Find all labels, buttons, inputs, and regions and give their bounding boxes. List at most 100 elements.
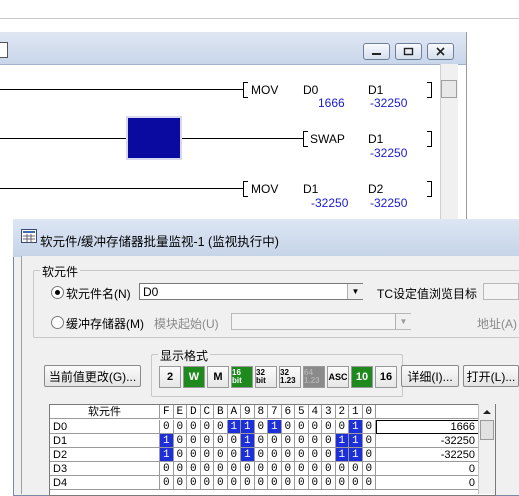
device-name-combo[interactable]: D0 ▼ xyxy=(139,283,363,300)
bit-cell[interactable]: 0 xyxy=(254,420,268,434)
bit-cell[interactable]: 0 xyxy=(322,420,336,434)
bit-cell[interactable]: 0 xyxy=(268,476,282,490)
bit-cell[interactable]: 0 xyxy=(173,448,187,462)
bit-cell[interactable]: 1 xyxy=(241,420,255,434)
restore-button[interactable] xyxy=(395,43,422,60)
format-16bit-button[interactable]: 16 bit xyxy=(231,366,253,388)
bit-cell[interactable]: 0 xyxy=(173,434,187,448)
table-row-value[interactable]: 0 xyxy=(376,462,480,476)
bit-cell[interactable]: 0 xyxy=(187,476,201,490)
grid-vertical-scrollbar[interactable] xyxy=(478,404,495,494)
bit-cell[interactable]: 1 xyxy=(160,434,174,448)
rung-1-operand-2[interactable]: D1 xyxy=(368,83,383,97)
bit-cell[interactable]: 0 xyxy=(308,462,322,476)
table-row-device[interactable]: D1 xyxy=(50,434,160,448)
bit-cell[interactable]: 0 xyxy=(187,448,201,462)
bit-cell[interactable]: 0 xyxy=(281,462,295,476)
bit-cell[interactable]: 0 xyxy=(241,476,255,490)
bit-cell[interactable]: 0 xyxy=(200,448,214,462)
format-ascii-button[interactable]: ASC xyxy=(327,366,349,388)
bit-cell[interactable]: 0 xyxy=(268,462,282,476)
bit-cell[interactable]: 0 xyxy=(254,448,268,462)
rung-3-instruction[interactable]: MOV xyxy=(251,182,278,196)
bit-cell[interactable]: 0 xyxy=(362,420,376,434)
bit-cell[interactable]: 0 xyxy=(214,434,228,448)
bit-cell[interactable]: 0 xyxy=(160,420,174,434)
format-32bit-button[interactable]: 32 bit xyxy=(255,366,277,388)
bit-cell[interactable]: 0 xyxy=(295,476,309,490)
close-button[interactable] xyxy=(427,43,454,60)
bit-cell[interactable]: 0 xyxy=(362,434,376,448)
table-row-value[interactable]: 0 xyxy=(376,476,480,490)
format-binary-button[interactable]: 2 xyxy=(159,366,181,388)
table-row-value[interactable]: -32250 xyxy=(376,448,480,462)
bit-cell[interactable]: 0 xyxy=(281,434,295,448)
bit-cell[interactable]: 0 xyxy=(200,462,214,476)
bit-cell[interactable]: 1 xyxy=(335,434,349,448)
bit-cell[interactable]: 0 xyxy=(362,448,376,462)
buffer-memory-radio[interactable] xyxy=(51,316,64,329)
device-name-radio[interactable] xyxy=(51,286,64,299)
bit-cell[interactable]: 0 xyxy=(241,462,255,476)
format-word-button[interactable]: W xyxy=(183,366,205,388)
bit-cell[interactable]: 0 xyxy=(187,434,201,448)
bit-cell[interactable]: 0 xyxy=(227,448,241,462)
bit-cell[interactable]: 0 xyxy=(308,448,322,462)
bit-cell[interactable]: 1 xyxy=(160,448,174,462)
bit-cell[interactable]: 0 xyxy=(173,420,187,434)
bit-cell[interactable]: 0 xyxy=(227,434,241,448)
bit-cell[interactable]: 1 xyxy=(241,448,255,462)
bit-cell[interactable]: 0 xyxy=(295,462,309,476)
bit-cell[interactable]: 0 xyxy=(214,476,228,490)
bit-cell[interactable]: 0 xyxy=(335,462,349,476)
grid-scroll-thumb[interactable] xyxy=(480,420,494,440)
bit-cell[interactable]: 1 xyxy=(335,448,349,462)
bit-cell[interactable]: 0 xyxy=(200,476,214,490)
table-row-device[interactable]: D0 xyxy=(50,420,160,434)
bit-cell[interactable]: 0 xyxy=(214,420,228,434)
bit-cell[interactable]: 0 xyxy=(295,448,309,462)
bit-cell[interactable]: 0 xyxy=(173,476,187,490)
format-multi-button[interactable]: M xyxy=(207,366,229,388)
bit-cell[interactable]: 0 xyxy=(227,462,241,476)
monitor-grid[interactable]: 软元件 F E D C B A 9 8 7 6 5 4 3 2 1 0 D0 0 0 0 0 0 1 1 0 1 0 0 0 0 0 1 0 166… xyxy=(49,404,496,496)
bit-cell[interactable]: 0 xyxy=(362,476,376,490)
bit-cell[interactable]: 0 xyxy=(308,476,322,490)
table-row-device[interactable]: D2 xyxy=(50,448,160,462)
bit-cell[interactable]: 0 xyxy=(322,448,336,462)
bit-cell[interactable]: 0 xyxy=(308,434,322,448)
bit-cell[interactable]: 0 xyxy=(214,448,228,462)
bit-cell[interactable]: 0 xyxy=(281,448,295,462)
minimize-button[interactable] xyxy=(363,43,390,60)
bit-cell[interactable]: 0 xyxy=(173,462,187,476)
open-button[interactable]: 打开(L)... xyxy=(463,365,519,387)
bit-cell[interactable]: 0 xyxy=(187,462,201,476)
bit-cell[interactable]: 0 xyxy=(322,434,336,448)
rung-2-contact-selected[interactable] xyxy=(126,116,182,160)
rung-3-operand-2[interactable]: D2 xyxy=(368,182,383,196)
format-decimal-button[interactable]: 10 xyxy=(351,366,373,388)
bit-cell[interactable]: 0 xyxy=(335,476,349,490)
bit-cell[interactable]: 1 xyxy=(241,434,255,448)
bit-cell[interactable]: 0 xyxy=(160,462,174,476)
bit-cell[interactable]: 1 xyxy=(349,448,363,462)
table-row-value[interactable]: 1666 xyxy=(376,420,480,434)
rung-1-operand-1[interactable]: D0 xyxy=(303,83,318,97)
bit-cell[interactable]: 0 xyxy=(187,420,201,434)
bit-cell[interactable]: 1 xyxy=(349,434,363,448)
bit-cell[interactable]: 0 xyxy=(160,476,174,490)
bit-cell[interactable]: 0 xyxy=(254,476,268,490)
rung-3-operand-1[interactable]: D1 xyxy=(303,182,318,196)
bit-cell[interactable]: 1 xyxy=(268,420,282,434)
module-start-combo[interactable]: ▼ xyxy=(231,313,411,330)
ladder-scroll-thumb[interactable] xyxy=(441,80,457,98)
table-row-device[interactable]: D3 xyxy=(50,462,160,476)
bit-cell[interactable]: 0 xyxy=(349,462,363,476)
bit-cell[interactable]: 0 xyxy=(227,476,241,490)
table-row-device[interactable]: D4 xyxy=(50,476,160,490)
bit-cell[interactable]: 0 xyxy=(281,420,295,434)
bit-cell[interactable]: 0 xyxy=(362,462,376,476)
format-32float-button[interactable]: 32 1.23 xyxy=(279,366,301,388)
bit-cell[interactable]: 0 xyxy=(335,420,349,434)
bit-cell[interactable]: 0 xyxy=(214,462,228,476)
